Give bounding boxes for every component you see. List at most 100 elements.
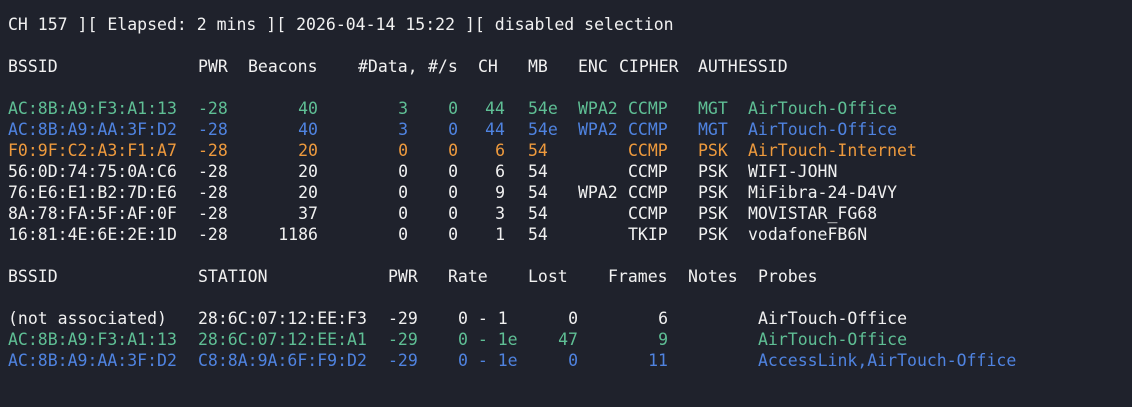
cell-mb: 54	[528, 162, 548, 181]
cell-lost: 47	[558, 330, 578, 349]
header-beacons: Beacons	[248, 57, 318, 76]
cell-per-sec: 0	[448, 183, 458, 202]
cell-data: 3	[398, 99, 408, 118]
cell-essid: AirTouch-Internet	[748, 141, 917, 160]
cell-cipher: TKIP	[628, 225, 668, 244]
cell-frames: 11	[648, 351, 668, 370]
cell-beacons: 20	[298, 162, 318, 181]
header-mb: MB	[528, 57, 548, 76]
cell-rate: 0 - 1e	[458, 351, 518, 370]
cell-enc: WPA2	[578, 99, 618, 118]
cell-pwr: -28	[198, 99, 228, 118]
cell-pwr: -29	[388, 309, 418, 328]
cell-probes: AirTouch-Office	[758, 309, 908, 328]
cell-ch: 44	[485, 99, 505, 118]
cell-beacons: 20	[298, 141, 318, 160]
cell-mb: 54	[528, 183, 548, 202]
cell-station: 28:6C:07:12:EE:F3	[198, 309, 367, 328]
terminal-window: CH 157 ][ Elapsed: 2 mins ][ 2026-04-14 …	[0, 0, 1132, 407]
cell-pwr: -28	[198, 225, 228, 244]
cell-station: C8:8A:9A:6F:F9:D2	[198, 351, 367, 370]
station-table-header: BSSID STATION PWR Rate Lost Frames Notes…	[8, 266, 818, 287]
cell-rate: 0 - 1e	[458, 330, 518, 349]
cell-bssid: AC:8B:A9:F3:A1:13	[8, 330, 177, 349]
cell-cipher: CCMP	[628, 162, 668, 181]
cell-per-sec: 0	[448, 99, 458, 118]
cell-pwr: -28	[198, 183, 228, 202]
cell-lost: 0	[568, 351, 578, 370]
cell-auth: PSK	[698, 204, 728, 223]
cell-data: 0	[398, 225, 408, 244]
cell-ch: 9	[495, 183, 505, 202]
cell-ch: 44	[485, 120, 505, 139]
header-lost: Lost	[528, 267, 568, 286]
cell-cipher: CCMP	[628, 99, 668, 118]
ap-table-header: BSSID PWR Beacons #Data, #/s CH MB ENC C…	[8, 56, 788, 77]
cell-beacons: 37	[298, 204, 318, 223]
cell-pwr: -28	[198, 162, 228, 181]
header-ch: CH	[478, 57, 498, 76]
status-line: CH 157 ][ Elapsed: 2 mins ][ 2026-04-14 …	[8, 15, 674, 34]
header-pwr: PWR	[198, 57, 228, 76]
header-pwr: PWR	[388, 267, 418, 286]
cell-per-sec: 0	[448, 162, 458, 181]
header-cipher: CIPHER	[619, 57, 679, 76]
cell-essid: vodafoneFB6N	[748, 225, 868, 244]
cell-data: 3	[398, 120, 408, 139]
header-bssid: BSSID	[8, 57, 58, 76]
cell-lost: 0	[568, 309, 578, 328]
cell-bssid: AC:8B:A9:F3:A1:13	[8, 99, 177, 118]
cell-frames: 9	[658, 330, 668, 349]
cell-bssid: 16:81:4E:6E:2E:1D	[8, 225, 177, 244]
cell-auth: PSK	[698, 183, 728, 202]
cell-ch: 6	[495, 162, 505, 181]
cell-bssid: 56:0D:74:75:0A:C6	[8, 162, 177, 181]
header-essid: ESSID	[738, 57, 788, 76]
cell-auth: PSK	[698, 162, 728, 181]
cell-bssid: AC:8B:A9:AA:3F:D2	[8, 351, 177, 370]
cell-per-sec: 0	[448, 141, 458, 160]
cell-auth: PSK	[698, 225, 728, 244]
cell-beacons: 40	[298, 120, 318, 139]
cell-mb: 54e	[528, 120, 558, 139]
header-station: STATION	[198, 267, 268, 286]
header-notes: Notes	[688, 267, 738, 286]
cell-beacons: 1186	[278, 225, 318, 244]
cell-essid: MiFibra-24-D4VY	[748, 183, 898, 202]
cell-pwr: -28	[198, 204, 228, 223]
cell-bssid: F0:9F:C2:A3:F1:A7	[8, 141, 177, 160]
cell-frames: 6	[658, 309, 668, 328]
cell-bssid: (not associated)	[8, 309, 167, 328]
header-enc: ENC	[578, 57, 608, 76]
header-per-sec: #/s	[428, 57, 458, 76]
header-probes: Probes	[758, 267, 818, 286]
cell-essid: WIFI-JOHN	[748, 162, 838, 181]
cell-data: 0	[398, 141, 408, 160]
cell-rate: 0 - 1	[458, 309, 508, 328]
cell-mb: 54e	[528, 99, 558, 118]
cell-beacons: 40	[298, 99, 318, 118]
cell-mb: 54	[528, 225, 548, 244]
cell-bssid: AC:8B:A9:AA:3F:D2	[8, 120, 177, 139]
cell-station: 28:6C:07:12:EE:A1	[198, 330, 367, 349]
cell-data: 0	[398, 162, 408, 181]
cell-bssid: 76:E6:E1:B2:7D:E6	[8, 183, 177, 202]
cell-auth: PSK	[698, 141, 728, 160]
cell-ch: 3	[495, 204, 505, 223]
cell-mb: 54	[528, 141, 548, 160]
cell-probes: AirTouch-Office	[758, 330, 908, 349]
cell-pwr: -28	[198, 120, 228, 139]
cell-per-sec: 0	[448, 120, 458, 139]
cell-cipher: CCMP	[628, 183, 668, 202]
cell-per-sec: 0	[448, 204, 458, 223]
cell-probes: AccessLink,AirTouch-Office	[758, 351, 1017, 370]
header-auth: AUTH	[698, 57, 738, 76]
cell-data: 0	[398, 183, 408, 202]
cell-per-sec: 0	[448, 225, 458, 244]
cell-pwr: -29	[388, 351, 418, 370]
cell-cipher: CCMP	[628, 141, 668, 160]
cell-enc: WPA2	[578, 120, 618, 139]
cell-mb: 54	[528, 204, 548, 223]
cell-data: 0	[398, 204, 408, 223]
header-rate: Rate	[448, 267, 488, 286]
